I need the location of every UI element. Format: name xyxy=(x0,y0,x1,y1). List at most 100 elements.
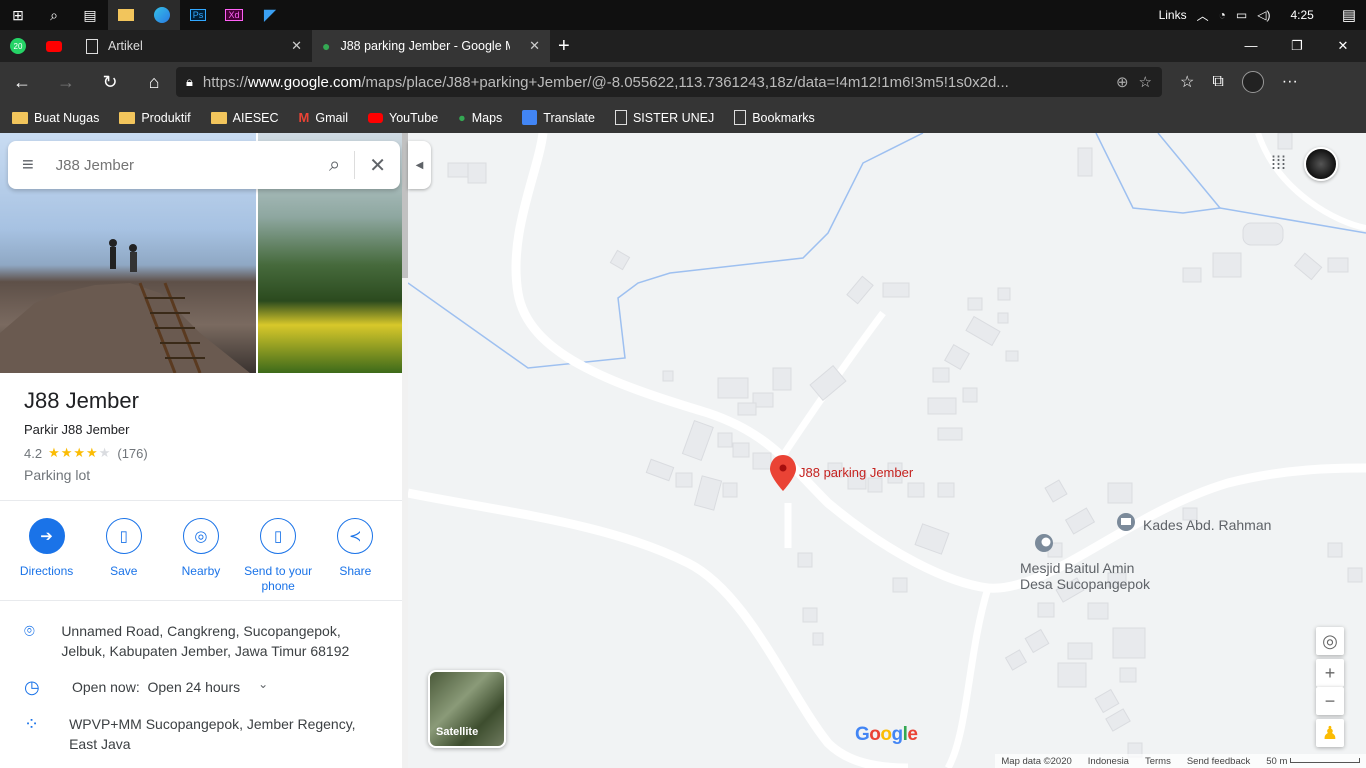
address-bar[interactable]: 🔒︎ https://www.google.com/maps/place/J88… xyxy=(176,67,1162,97)
place-subtitle: Parkir J88 Jember xyxy=(24,422,130,437)
nearby-button[interactable]: ◎ Nearby xyxy=(166,518,236,594)
chevron-down-icon[interactable]: ⌄ xyxy=(258,677,268,691)
battery-icon[interactable]: ▭ xyxy=(1236,8,1247,22)
review-count[interactable]: (176) xyxy=(117,446,147,461)
search-icon[interactable]: ⌕ xyxy=(36,0,72,30)
save-button[interactable]: ▯ Save xyxy=(89,518,159,594)
close-tab-icon[interactable]: ✕ xyxy=(529,38,540,54)
satellite-layer-toggle[interactable]: Satellite xyxy=(428,670,506,748)
zoom-out-icon[interactable]: − xyxy=(1316,687,1344,715)
directions-button[interactable]: ➔ Directions xyxy=(12,518,82,594)
chevron-up-icon[interactable]: ︿ xyxy=(1197,7,1209,24)
clear-search-icon[interactable]: ✕ xyxy=(369,153,386,178)
action-label: Share xyxy=(339,564,372,578)
hours-text: Open now: Open 24 hours xyxy=(72,677,240,697)
notification-icon[interactable]: ▤ xyxy=(1342,6,1356,24)
menu-icon[interactable]: ≡ xyxy=(22,154,34,177)
close-tab-icon[interactable]: ✕ xyxy=(291,38,302,54)
new-tab-button[interactable]: + xyxy=(558,35,570,58)
tab-title: Artikel xyxy=(108,39,143,53)
bookmark-gmail[interactable]: M Gmail xyxy=(299,110,349,125)
refresh-icon[interactable]: ↻ xyxy=(88,72,132,93)
vscode-icon[interactable]: ◤ xyxy=(252,0,288,30)
bookmark-maps[interactable]: ● Maps xyxy=(458,111,502,125)
windows-start-icon[interactable]: ⊞ xyxy=(0,0,36,30)
volume-icon[interactable]: ◁) xyxy=(1257,8,1270,22)
search-icon[interactable]: ⌕ xyxy=(329,154,340,177)
scale-label: 50 m xyxy=(1266,755,1288,767)
address-row[interactable]: ⌾ Unnamed Road, Cangkreng, Sucopangepok,… xyxy=(0,621,402,661)
scale-bar[interactable]: 50 m xyxy=(1266,756,1360,767)
my-location-icon[interactable]: ◎ xyxy=(1316,627,1344,655)
favorites-icon[interactable]: ☆ xyxy=(1180,72,1194,92)
bookmark-produktif[interactable]: Produktif xyxy=(119,110,191,125)
map-canvas[interactable]: J88 parking Jember Kades Abd. Rahman Mes… xyxy=(408,133,1366,768)
url-text[interactable]: https://www.google.com/maps/place/J88+pa… xyxy=(203,74,1106,91)
wifi-icon[interactable]: ◔ xyxy=(1219,8,1226,22)
place-category[interactable]: Parking lot xyxy=(24,467,148,483)
zoom-in-icon[interactable]: + xyxy=(1316,659,1344,687)
bookmark-label: Produktif xyxy=(141,110,191,125)
pegman-icon[interactable]: ♟ xyxy=(1316,719,1344,747)
rating-stars[interactable]: ★★★★★ xyxy=(48,445,111,461)
bookmark-sister-unej[interactable]: SISTER UNEJ xyxy=(614,110,714,125)
maps-icon: ● xyxy=(458,110,466,125)
mail-icon xyxy=(1121,518,1131,525)
profile-avatar[interactable] xyxy=(1241,71,1264,93)
favorite-star-icon[interactable]: ☆ xyxy=(1139,73,1152,91)
xd-label: Xd xyxy=(225,9,243,21)
browser-tab-bar: 20 Artikel ✕ ● J88 parking Jember - Goog… xyxy=(0,30,1366,62)
url-host: www.google.com xyxy=(247,73,362,91)
home-icon[interactable]: ⌂ xyxy=(132,72,176,93)
task-view-icon[interactable]: ▤ xyxy=(72,0,108,30)
terms-link[interactable]: Terms xyxy=(1145,756,1171,767)
xd-icon[interactable]: Xd xyxy=(216,0,252,30)
minimize-icon[interactable]: — xyxy=(1228,38,1274,54)
tab-youtube[interactable] xyxy=(36,30,76,62)
collapse-panel-button[interactable]: ◀ xyxy=(408,141,431,189)
send-feedback-link[interactable]: Send feedback xyxy=(1187,756,1250,767)
file-explorer-icon[interactable] xyxy=(108,0,144,30)
hours-row[interactable]: ◷ Open now: Open 24 hours ⌄ xyxy=(0,677,402,698)
poi-label-kades[interactable]: Kades Abd. Rahman xyxy=(1143,517,1271,533)
map-data-credit: Map data ©2020 xyxy=(1001,755,1072,767)
location-pin-marker[interactable] xyxy=(770,455,796,491)
page-icon xyxy=(614,110,627,125)
links-toolbar[interactable]: Links xyxy=(1159,8,1187,22)
road xyxy=(944,586,992,768)
folder-icon xyxy=(119,111,136,124)
clock[interactable]: 4:25 xyxy=(1290,8,1313,22)
address-toolbar: ← → ↻ ⌂ 🔒︎ https://www.google.com/maps/p… xyxy=(0,62,1366,102)
bookmark-bookmarks[interactable]: Bookmarks xyxy=(734,110,815,125)
bookmark-translate[interactable]: Translate xyxy=(522,110,595,125)
restore-icon[interactable]: ❐ xyxy=(1274,38,1320,54)
youtube-icon xyxy=(368,112,384,123)
pin-label[interactable]: J88 parking Jember xyxy=(799,465,913,480)
tab-google-maps[interactable]: ● J88 parking Jember - Google Ma ✕ xyxy=(312,30,550,62)
google-apps-icon[interactable]: ⁞⁞⁞ xyxy=(1271,153,1286,174)
bookmark-buat-nugas[interactable]: Buat Nugas xyxy=(12,111,99,125)
add-icon[interactable]: ⊕ xyxy=(1116,73,1129,91)
send-to-phone-button[interactable]: ▯ Send to your phone xyxy=(243,518,313,594)
plus-code-icon: ⁘ xyxy=(24,714,40,734)
lock-icon[interactable]: 🔒︎ xyxy=(186,74,193,90)
poi-label-mesjid[interactable]: Mesjid Baitul Amin Desa Sucopangepok xyxy=(1020,560,1150,592)
back-icon[interactable]: ← xyxy=(0,72,44,93)
account-avatar[interactable] xyxy=(1304,147,1338,181)
photoshop-icon[interactable]: Ps xyxy=(180,0,216,30)
place-info: J88 Jember Parkir J88 Jember 4.2 ★★★★★ (… xyxy=(24,388,148,483)
close-window-icon[interactable]: ✕ xyxy=(1320,38,1366,54)
collections-icon[interactable]: ⧉ xyxy=(1212,73,1223,91)
more-menu-icon[interactable]: ··· xyxy=(1282,73,1298,91)
tab-artikel[interactable]: Artikel ✕ xyxy=(76,30,312,62)
edge-icon[interactable] xyxy=(144,0,180,30)
region-link[interactable]: Indonesia xyxy=(1088,756,1129,767)
google-logo: Google xyxy=(855,724,918,745)
share-button[interactable]: ≺ Share xyxy=(320,518,390,594)
plus-code-row[interactable]: ⁘ WPVP+MM Sucopangepok, Jember Regency, … xyxy=(0,714,402,754)
forward-icon[interactable]: → xyxy=(44,72,88,93)
bookmark-youtube[interactable]: YouTube xyxy=(368,111,438,125)
search-input[interactable] xyxy=(55,156,286,174)
tab-whatsapp[interactable]: 20 xyxy=(0,30,36,62)
bookmark-aiesec[interactable]: AIESEC xyxy=(210,111,279,125)
